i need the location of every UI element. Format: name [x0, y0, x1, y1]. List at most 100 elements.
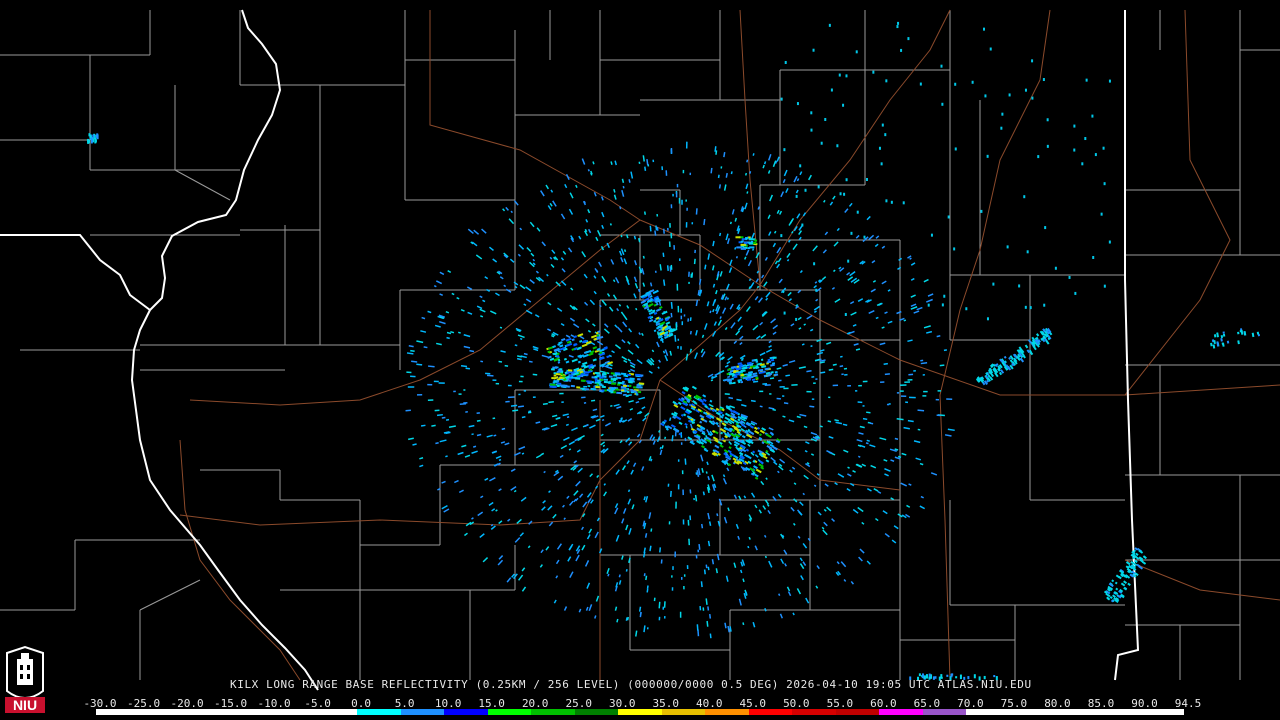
echo-pixel: [550, 423, 558, 428]
echo-pixel: [783, 387, 789, 390]
echo-pixel: [514, 537, 521, 543]
echo-pixel: [890, 459, 895, 462]
echo-pixel: [721, 307, 727, 314]
echo-pixel: [475, 254, 483, 260]
echo-pixel: [454, 479, 459, 484]
echo-pixel: [763, 534, 767, 538]
echo-pixel: [555, 559, 560, 565]
echo-pixel: [759, 321, 764, 326]
echo-pixel: [739, 341, 743, 346]
echo-pixel: [891, 539, 897, 544]
echo-pixel: [628, 528, 632, 535]
echo-pixel: [552, 513, 557, 519]
echo-pixel: [852, 508, 859, 514]
echo-pixel: [626, 616, 629, 621]
echo-pixel: [1085, 78, 1088, 82]
echo-pixel: [765, 459, 770, 463]
echo-pixel: [507, 396, 515, 399]
echo-pixel: [747, 545, 750, 549]
echo-pixel: [621, 518, 625, 524]
echo-pixel: [820, 141, 823, 145]
echo-pixel: [896, 310, 902, 315]
echo-pixel: [772, 242, 777, 248]
echo-pixel: [913, 440, 921, 444]
echo-pixel: [539, 564, 543, 568]
echo-pixel: [408, 344, 414, 348]
color-bar-segment: [1096, 709, 1141, 715]
echo-pixel: [592, 358, 597, 362]
echo-pixel: [790, 506, 795, 512]
echo-pixel: [752, 380, 759, 383]
echo-pixel: [606, 355, 610, 359]
echo-pixel: [817, 185, 820, 189]
echo-pixel: [887, 320, 893, 324]
echo-pixel: [563, 606, 568, 611]
echo-pixel: [621, 381, 625, 384]
echo-pixel: [816, 338, 823, 343]
echo-pixel: [563, 517, 566, 520]
echo-pixel: [517, 574, 524, 581]
echo-pixel: [881, 326, 885, 329]
echo-pixel: [743, 495, 747, 499]
echo-pixel: [518, 393, 521, 396]
echo-pixel: [682, 519, 685, 525]
echo-pixel: [727, 356, 733, 361]
echo-pixel: [719, 316, 722, 319]
echo-pixel: [658, 359, 662, 363]
echo-pixel: [458, 489, 464, 494]
echo-pixel: [498, 520, 503, 525]
echo-pixel: [903, 426, 910, 430]
echo-pixel: [626, 390, 630, 394]
echo-pixel: [736, 398, 742, 402]
echo-pixel: [712, 308, 715, 313]
echo-pixel: [549, 256, 553, 260]
echo-pixel: [519, 284, 526, 290]
echo-pixel: [634, 282, 639, 289]
echo-pixel: [830, 88, 833, 92]
echo-pixel: [1018, 284, 1021, 288]
echo-pixel: [553, 374, 557, 377]
echo-pixel: [614, 277, 620, 284]
echo-pixel: [715, 289, 718, 295]
echo-pixel: [566, 342, 573, 347]
echo-pixel: [858, 432, 864, 435]
echo-pixel: [744, 172, 748, 176]
echo-pixel: [843, 192, 846, 196]
echo-pixel: [681, 321, 684, 326]
echo-pixel: [464, 454, 471, 458]
echo-pixel: [649, 282, 653, 287]
echo-pixel: [780, 191, 785, 198]
echo-pixel: [594, 267, 599, 273]
echo-pixel: [755, 468, 762, 474]
echo-pixel: [598, 383, 603, 386]
echo-pixel: [659, 264, 662, 271]
echo-pixel: [874, 243, 879, 248]
echo-pixel: [1226, 340, 1230, 344]
echo-pixel: [858, 556, 863, 562]
echo-pixel: [1003, 355, 1007, 359]
echo-pixel: [881, 123, 884, 127]
echo-pixel: [727, 368, 732, 371]
echo-pixel: [556, 382, 562, 385]
echo-pixel: [615, 534, 620, 542]
echo-pixel: [947, 428, 955, 432]
echo-pixel: [823, 199, 826, 203]
echo-pixel: [590, 399, 596, 402]
echo-pixel: [510, 468, 516, 472]
echo-pixel: [439, 439, 447, 443]
echo-pixel: [734, 217, 738, 222]
echo-pixel: [563, 357, 567, 361]
echo-pixel: [727, 375, 731, 379]
echo-pixel: [852, 470, 856, 473]
echo-pixel: [717, 424, 720, 428]
echo-pixel: [506, 577, 512, 583]
echo-pixel: [712, 283, 716, 288]
echo-pixel: [627, 370, 631, 373]
echo-pixel: [644, 166, 647, 171]
echo-pixel: [783, 169, 788, 177]
echo-pixel: [923, 390, 928, 393]
echo-pixel: [507, 384, 512, 387]
echo-pixel: [681, 470, 684, 475]
echo-pixel: [1222, 333, 1226, 337]
echo-pixel: [741, 404, 747, 407]
